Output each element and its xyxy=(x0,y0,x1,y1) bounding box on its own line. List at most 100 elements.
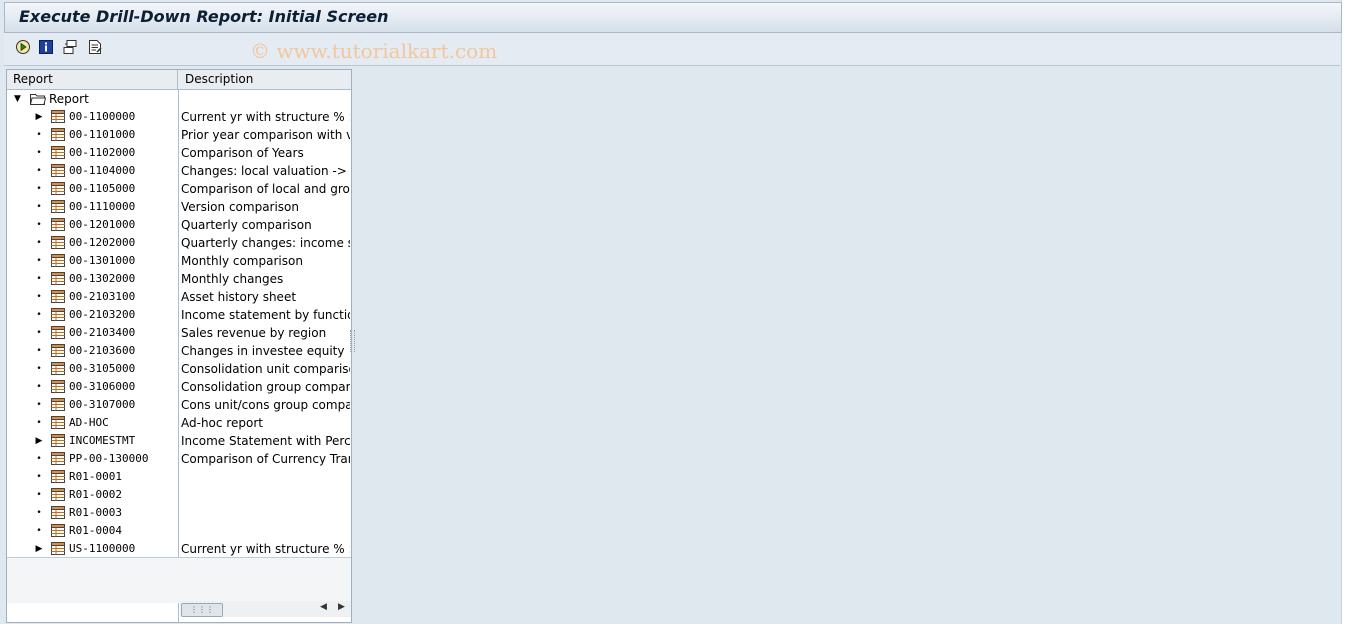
report-code: 00-2103600 xyxy=(69,344,136,357)
tree-row[interactable]: • 00-1101000 Prior year comparison with va… xyxy=(7,126,351,144)
scrollbar-thumb[interactable]: ⋮⋮⋮ xyxy=(181,603,223,617)
tree-row[interactable]: • AD-HOC Ad-hoc report xyxy=(7,414,351,432)
tree-row[interactable]: ▶ 00-1100000 Current yr with structure % :… xyxy=(7,108,351,126)
tree-row[interactable]: • 00-1201000 Quarterly comparison xyxy=(7,216,351,234)
tree-row[interactable]: • R01-0004 xyxy=(7,522,351,540)
report-code: 00-2103100 xyxy=(69,290,136,303)
page-title: Execute Drill-Down Report: Initial Scree… xyxy=(19,7,389,26)
report-table-icon xyxy=(51,110,65,123)
leaf-bullet-icon: • xyxy=(36,184,42,194)
report-code: R01-0002 xyxy=(69,488,122,501)
report-code: R01-0003 xyxy=(69,506,122,519)
tree-row[interactable]: • R01-0003 xyxy=(7,504,351,522)
report-description: Cons unit/cons group comparis xyxy=(181,398,350,412)
title-bar: Execute Drill-Down Report: Initial Scree… xyxy=(4,2,1342,33)
expand-arrow-icon[interactable]: ▶ xyxy=(34,540,44,558)
expand-arrow-icon[interactable]: ▶ xyxy=(34,432,44,450)
tree-root-node[interactable]: ▼ Report xyxy=(7,90,178,108)
leaf-bullet-icon: • xyxy=(36,130,42,140)
expand-arrow-icon[interactable]: ▶ xyxy=(34,108,44,126)
tree-row[interactable]: • PP-00-130000 Comparison of Currency Tran… xyxy=(7,450,351,468)
report-code: 00-3106000 xyxy=(69,380,136,393)
scroll-right-icon[interactable]: ▶ xyxy=(338,602,345,612)
report-code: INCOMESTMT xyxy=(69,434,136,447)
report-tree-panel: Report Description ▼ Report ▶ 00-1100000 C… xyxy=(6,69,352,623)
tree-row[interactable]: • 00-3106000 Consolidation group compariso… xyxy=(7,378,351,396)
horizontal-scrollbar[interactable]: ⋮⋮⋮ ◀ ▶ xyxy=(180,601,351,617)
report-code: 00-2103200 xyxy=(69,308,136,321)
tree-root-label: Report xyxy=(49,92,89,106)
report-list-button[interactable] xyxy=(86,38,104,56)
report-code: 00-2103400 xyxy=(69,326,136,339)
report-table-icon xyxy=(51,506,65,519)
execute-icon xyxy=(16,40,30,54)
information-button[interactable] xyxy=(37,38,55,56)
report-code: 00-1101000 xyxy=(69,128,136,141)
tree-row[interactable]: • 00-1105000 Comparison of local and group xyxy=(7,180,351,198)
report-code: 00-1102000 xyxy=(69,146,136,159)
tree-row[interactable]: • 00-1202000 Quarterly changes: income sta… xyxy=(7,234,351,252)
tree-row[interactable]: • R01-0001 xyxy=(7,468,351,486)
tree-row[interactable]: ▶ US-1100000 Current yr with structure % :… xyxy=(7,540,351,558)
report-code: US-1100000 xyxy=(69,542,136,555)
report-code: 00-1201000 xyxy=(69,218,136,231)
tree-row[interactable]: • 00-3107000 Cons unit/cons group comparis xyxy=(7,396,351,414)
tree-row[interactable]: • 00-2103100 Asset history sheet xyxy=(7,288,351,306)
leaf-bullet-icon: • xyxy=(36,220,42,230)
report-description: Income statement by functions xyxy=(181,308,350,322)
collapse-arrow-icon[interactable]: ▼ xyxy=(14,90,21,108)
leaf-bullet-icon: • xyxy=(36,454,42,464)
report-description: Comparison of local and group xyxy=(181,182,350,196)
report-table-icon xyxy=(51,200,65,213)
report-description: Prior year comparison with varia xyxy=(181,128,350,142)
report-code: AD-HOC xyxy=(69,416,109,429)
tree-row[interactable]: • 00-3105000 Consolidation unit comparison xyxy=(7,360,351,378)
tree-row[interactable]: ▶ INCOMESTMT Income Statement with Percen xyxy=(7,432,351,450)
tree-row[interactable]: • 00-1302000 Monthly changes xyxy=(7,270,351,288)
leaf-bullet-icon: • xyxy=(36,508,42,518)
report-code: 00-1301000 xyxy=(69,254,136,267)
hierarchy-button[interactable] xyxy=(61,38,79,56)
tree-row[interactable]: • 00-2103200 Income statement by functions xyxy=(7,306,351,324)
report-table-icon xyxy=(51,524,65,537)
report-table-icon xyxy=(51,308,65,321)
report-description: Sales revenue by region xyxy=(181,326,327,340)
leaf-bullet-icon: • xyxy=(36,490,42,500)
leaf-bullet-icon: • xyxy=(36,166,42,176)
leaf-bullet-icon: • xyxy=(36,400,42,410)
tree-row[interactable]: • 00-2103600 Changes in investee equity xyxy=(7,342,351,360)
report-table-icon xyxy=(51,218,65,231)
report-code: 00-3105000 xyxy=(69,362,136,375)
report-code: PP-00-130000 xyxy=(69,452,149,465)
tree-row[interactable]: • 00-1104000 Changes: local valuation -> c… xyxy=(7,162,351,180)
tree-row[interactable]: • R01-0002 xyxy=(7,486,351,504)
tree-row[interactable]: • 00-1301000 Monthly comparison xyxy=(7,252,351,270)
tree-footer xyxy=(7,557,351,603)
report-description: Changes in investee equity xyxy=(181,344,345,358)
column-header-report[interactable]: Report xyxy=(7,70,178,89)
report-table-icon xyxy=(51,470,65,483)
tree-row[interactable]: • 00-1102000 Comparison of Years xyxy=(7,144,351,162)
report-table-icon xyxy=(51,452,65,465)
report-table-icon xyxy=(51,434,65,447)
report-list-icon xyxy=(89,40,102,54)
scroll-left-icon[interactable]: ◀ xyxy=(320,602,327,612)
column-header-description[interactable]: Description xyxy=(179,70,351,89)
report-code: R01-0001 xyxy=(69,470,122,483)
report-table-icon xyxy=(51,488,65,501)
report-table-icon xyxy=(51,380,65,393)
report-description: Comparison of Years xyxy=(181,146,304,160)
watermark: © www.tutorialkart.com xyxy=(250,39,498,63)
report-table-icon xyxy=(51,398,65,411)
report-description: Quarterly changes: income stat xyxy=(181,236,350,250)
panel-splitter[interactable] xyxy=(350,330,355,352)
report-table-icon xyxy=(51,542,65,555)
tree-row[interactable]: • 00-1110000 Version comparison xyxy=(7,198,351,216)
tree-row[interactable]: • 00-2103400 Sales revenue by region xyxy=(7,324,351,342)
application-toolbar: © www.tutorialkart.com xyxy=(4,33,1340,66)
report-code: R01-0004 xyxy=(69,524,122,537)
execute-button[interactable] xyxy=(14,38,32,56)
report-description: Changes: local valuation -> con xyxy=(181,164,350,178)
report-table-icon xyxy=(51,254,65,267)
report-description: Monthly changes xyxy=(181,272,284,286)
